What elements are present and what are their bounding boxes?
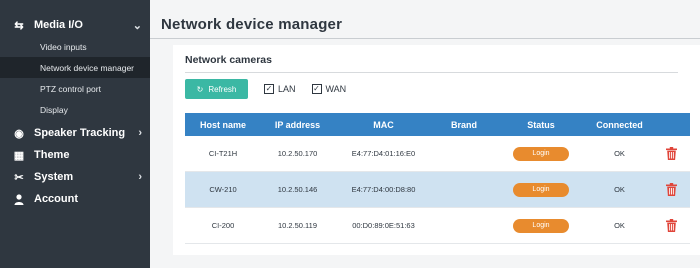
cell-connected: OK: [614, 149, 625, 158]
cell-mac: E4:77:D4:00:D8:80: [351, 185, 416, 194]
column-header-brand[interactable]: Brand: [433, 120, 495, 130]
user-icon: [11, 193, 27, 205]
sidebar-item-theme[interactable]: ▦ Theme: [0, 144, 150, 166]
chevron-right-icon: ›: [138, 127, 142, 139]
sidebar-item-label: Media I/O: [34, 19, 83, 31]
cell-connected: OK: [614, 185, 625, 194]
refresh-label: Refresh: [208, 84, 237, 94]
sidebar-item-label: System: [34, 171, 74, 183]
cameras-table: Host name IP address MAC Brand Status Co…: [185, 113, 690, 244]
column-header-ip-address[interactable]: IP address: [261, 120, 334, 130]
login-button[interactable]: Login: [513, 182, 569, 197]
refresh-button[interactable]: ↻ Refresh: [185, 79, 248, 99]
media-io-submenu: Video inputs Network device manager PTZ …: [0, 36, 150, 120]
sidebar-item-video-inputs[interactable]: Video inputs: [0, 36, 150, 57]
column-header-mac[interactable]: MAC: [334, 120, 433, 130]
lan-label: LAN: [278, 84, 296, 94]
delete-icon[interactable]: [652, 219, 690, 232]
checkbox-check-icon: ✓: [311, 84, 322, 94]
sidebar-item-label: Theme: [34, 149, 70, 161]
column-header-host-name[interactable]: Host name: [185, 120, 261, 130]
checkbox-check-icon: ✓: [264, 84, 274, 94]
cell-host-name: CI-T21H: [208, 149, 238, 158]
sidebar-item-ptz-control-port[interactable]: PTZ control port: [0, 78, 150, 99]
table-row[interactable]: CI-T21H 10.2.50.170 E4:77:D4:01:16:E0 Lo…: [185, 136, 690, 172]
sidebar-item-speaker-tracking[interactable]: ◉ Speaker Tracking ›: [0, 122, 150, 144]
media-io-icon: ⇆: [14, 19, 24, 32]
cell-mac: E4:77:D4:01:16:E0: [351, 149, 416, 158]
wan-checkbox[interactable]: ✓ WAN: [311, 84, 347, 94]
cell-mac: 00:D0:89:0E:51:63: [352, 221, 415, 230]
chevron-right-icon: ›: [138, 171, 142, 183]
main-content: Network device manager Network cameras ↻…: [150, 0, 700, 268]
delete-icon[interactable]: [652, 147, 690, 160]
wan-label: WAN: [325, 84, 347, 94]
cell-ip-address: 10.2.50.146: [277, 185, 318, 194]
cell-host-name: CI-200: [211, 221, 235, 230]
sidebar-item-system[interactable]: ✂ System ›: [0, 166, 150, 188]
page-title: Network device manager: [161, 16, 343, 33]
lan-checkbox[interactable]: ✓ LAN: [264, 84, 296, 94]
sidebar-item-media-io[interactable]: ⇆ Media I/O ⌄: [0, 14, 150, 36]
login-button[interactable]: Login: [513, 218, 569, 233]
login-button[interactable]: Login: [513, 146, 569, 161]
sidebar: ⇆ Media I/O ⌄ Video inputs Network devic…: [0, 0, 150, 268]
section-title: Network cameras: [185, 54, 272, 66]
speaker-tracking-icon: ◉: [14, 127, 24, 140]
cell-connected: OK: [614, 221, 625, 230]
table-row[interactable]: CW-210 10.2.50.146 E4:77:D4:00:D8:80 Log…: [185, 172, 690, 208]
cell-ip-address: 10.2.50.119: [277, 221, 318, 230]
sidebar-item-label: Speaker Tracking: [34, 127, 126, 139]
table-row[interactable]: CI-200 10.2.50.119 00:D0:89:0E:51:63 Log…: [185, 208, 690, 244]
chevron-down-icon: ⌄: [132, 19, 142, 32]
sidebar-item-label: Account: [34, 193, 78, 205]
delete-icon[interactable]: [652, 183, 690, 196]
network-cameras-panel: Network cameras ↻ Refresh ✓ LAN ✓ WAN Ho…: [173, 45, 700, 255]
toolbar: ↻ Refresh ✓ LAN ✓ WAN: [185, 79, 346, 99]
refresh-icon: ↻: [196, 84, 204, 94]
table-header: Host name IP address MAC Brand Status Co…: [185, 113, 690, 136]
column-header-status[interactable]: Status: [495, 120, 587, 130]
cell-host-name: CW-210: [209, 185, 237, 194]
sidebar-item-account[interactable]: Account: [0, 188, 150, 210]
tools-icon: ✂: [14, 171, 24, 184]
sidebar-item-display[interactable]: Display: [0, 99, 150, 120]
section-divider: [185, 72, 678, 73]
column-header-connected[interactable]: Connected: [587, 120, 652, 130]
sidebar-item-network-device-manager[interactable]: Network device manager: [0, 57, 150, 78]
title-divider: [150, 38, 700, 39]
theme-icon: ▦: [13, 149, 25, 162]
cell-ip-address: 10.2.50.170: [277, 149, 318, 158]
